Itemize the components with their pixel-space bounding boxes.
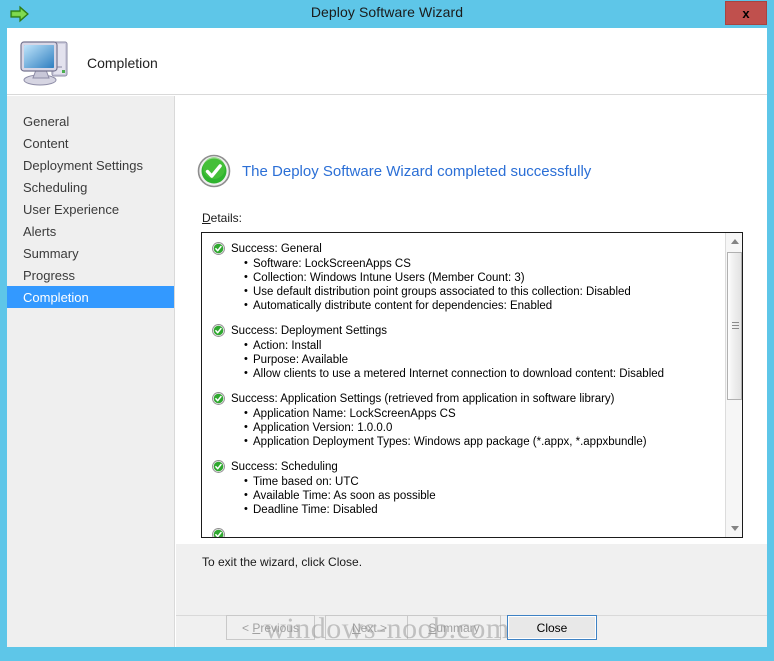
- scroll-down-button[interactable]: [726, 520, 743, 537]
- detail-group-title: Success: General: [231, 242, 322, 256]
- window-client-area: Completion General Content Deployment Se…: [7, 28, 767, 647]
- sidebar-item-summary[interactable]: Summary: [7, 242, 174, 264]
- detail-group-items: Software: LockScreenApps CS Collection: …: [244, 257, 725, 313]
- page-header: Completion: [7, 28, 767, 95]
- sidebar-item-label: General: [23, 114, 69, 129]
- detail-group-partial: [212, 528, 725, 537]
- green-check-icon: [212, 528, 225, 537]
- scrollbar-thumb[interactable]: [727, 252, 742, 400]
- sidebar-item-label: Scheduling: [23, 180, 87, 195]
- list-item: Application Version: 1.0.0.0: [244, 421, 725, 435]
- list-item: Use default distribution point groups as…: [244, 285, 725, 299]
- computer-icon: [18, 36, 76, 88]
- summary-button[interactable]: Summary: [407, 615, 501, 640]
- sidebar-item-user-experience[interactable]: User Experience: [7, 198, 174, 220]
- list-item: Collection: Windows Intune Users (Member…: [244, 271, 725, 285]
- green-check-circle-icon: [197, 154, 231, 188]
- detail-group-title: Success: Application Settings (retrieved…: [231, 392, 615, 406]
- green-check-icon: [212, 460, 225, 473]
- green-check-icon: [212, 392, 225, 405]
- sidebar-item-label: Alerts: [23, 224, 56, 239]
- details-list-content: Success: General Software: LockScreenApp…: [202, 233, 725, 537]
- list-item: Deadline Time: Disabled: [244, 503, 725, 517]
- detail-group: Success: Deployment Settings Action: Ins…: [212, 324, 725, 381]
- details-label: Details:: [202, 211, 242, 225]
- details-list-box: Success: General Software: LockScreenApp…: [201, 232, 743, 538]
- list-item: Purpose: Available: [244, 353, 725, 367]
- close-icon: x: [742, 6, 749, 21]
- success-banner: The Deploy Software Wizard completed suc…: [197, 154, 591, 188]
- sidebar-item-scheduling[interactable]: Scheduling: [7, 176, 174, 198]
- detail-group-items: Time based on: UTC Available Time: As so…: [244, 475, 725, 517]
- detail-group-items: Application Name: LockScreenApps CS Appl…: [244, 407, 725, 449]
- sidebar-item-label: Progress: [23, 268, 75, 283]
- detail-group: Success: Scheduling Time based on: UTC A…: [212, 460, 725, 517]
- list-item: Time based on: UTC: [244, 475, 725, 489]
- green-check-icon: [212, 324, 225, 337]
- window-title: Deploy Software Wizard: [0, 4, 774, 20]
- list-item: Available Time: As soon as possible: [244, 489, 725, 503]
- detail-group-header: Success: Scheduling: [212, 460, 725, 474]
- next-button[interactable]: Next >: [325, 615, 414, 640]
- detail-group-title: Success: Deployment Settings: [231, 324, 387, 338]
- sidebar-item-content[interactable]: Content: [7, 132, 174, 154]
- sidebar-item-label: Summary: [23, 246, 79, 261]
- page-title: Completion: [87, 55, 158, 71]
- close-window-button[interactable]: x: [725, 1, 767, 25]
- detail-group: Success: General Software: LockScreenApp…: [212, 242, 725, 313]
- title-bar: Deploy Software Wizard x: [0, 0, 774, 28]
- previous-button[interactable]: < Previous: [226, 615, 315, 640]
- list-item: Allow clients to use a metered Internet …: [244, 367, 725, 381]
- close-button-label: Close: [537, 621, 568, 635]
- sidebar-item-label: Content: [23, 136, 69, 151]
- wizard-footer: < Previous Next > Summary Close: [7, 615, 767, 647]
- exit-hint-text: To exit the wizard, click Close.: [202, 555, 362, 569]
- sidebar-item-progress[interactable]: Progress: [7, 264, 174, 286]
- detail-group: Success: Application Settings (retrieved…: [212, 392, 725, 449]
- main-pane: The Deploy Software Wizard completed suc…: [176, 96, 767, 647]
- scroll-up-button[interactable]: [726, 233, 743, 250]
- success-heading: The Deploy Software Wizard completed suc…: [242, 163, 591, 180]
- scrollbar-grip-icon: [732, 322, 739, 330]
- triangle-down-icon: [731, 526, 739, 531]
- sidebar-item-general[interactable]: General: [7, 110, 174, 132]
- sidebar-item-deployment-settings[interactable]: Deployment Settings: [7, 154, 174, 176]
- list-item: Software: LockScreenApps CS: [244, 257, 725, 271]
- green-check-icon: [212, 242, 225, 255]
- wizard-window: Deploy Software Wizard x Completi: [0, 0, 774, 661]
- details-scrollbar[interactable]: [725, 233, 742, 537]
- detail-group-items: Action: Install Purpose: Available Allow…: [244, 339, 725, 381]
- list-item: Automatically distribute content for dep…: [244, 299, 725, 313]
- list-item: Application Name: LockScreenApps CS: [244, 407, 725, 421]
- sidebar-item-label: User Experience: [23, 202, 119, 217]
- close-button[interactable]: Close: [507, 615, 597, 640]
- detail-group-title: Success: Scheduling: [231, 460, 338, 474]
- sidebar-item-label: Completion: [23, 290, 89, 305]
- sidebar-item-completion[interactable]: Completion: [7, 286, 174, 308]
- triangle-up-icon: [731, 239, 739, 244]
- sidebar-item-label: Deployment Settings: [23, 158, 143, 173]
- detail-group-header: Success: General: [212, 242, 725, 256]
- wizard-steps-sidebar: General Content Deployment Settings Sche…: [7, 96, 175, 647]
- list-item: Action: Install: [244, 339, 725, 353]
- detail-group-header: Success: Application Settings (retrieved…: [212, 392, 725, 406]
- list-item: Application Deployment Types: Windows ap…: [244, 435, 725, 449]
- sidebar-item-alerts[interactable]: Alerts: [7, 220, 174, 242]
- detail-group-header: Success: Deployment Settings: [212, 324, 725, 338]
